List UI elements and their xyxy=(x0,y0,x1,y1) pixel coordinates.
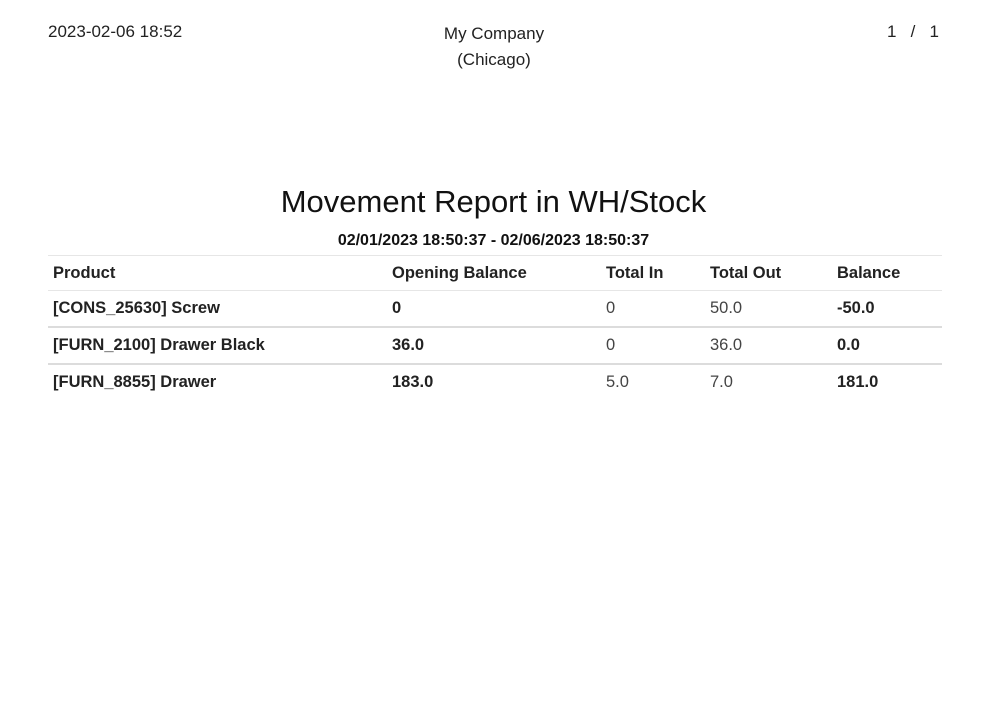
cell-opening-balance: 0 xyxy=(387,290,601,328)
page-counter: 1 / 1 xyxy=(887,21,939,43)
cell-opening-balance: 36.0 xyxy=(387,327,601,365)
table-row: [FURN_8855] Drawer 183.0 5.0 7.0 181.0 xyxy=(48,364,942,400)
cell-total-in: 5.0 xyxy=(606,373,629,391)
table-header-row: Product Opening Balance Total In Total O… xyxy=(48,255,942,291)
column-header-total-out: Total Out xyxy=(705,255,832,291)
page-separator: / xyxy=(910,22,916,41)
cell-total-out: 7.0 xyxy=(710,373,733,391)
column-header-total-in: Total In xyxy=(601,255,705,291)
company-name: My Company xyxy=(443,24,545,43)
print-date: 2023-02-06 18:52 xyxy=(48,22,183,41)
cell-balance: 181.0 xyxy=(837,373,879,391)
company-location: (Chicago) xyxy=(457,50,531,69)
column-header-product: Product xyxy=(48,255,387,291)
table-row: [FURN_2100] Drawer Black 36.0 0 36.0 0.0 xyxy=(48,327,942,365)
cell-opening-balance: 183.0 xyxy=(392,373,434,391)
cell-total-out: 36.0 xyxy=(705,327,832,365)
column-header-balance: Balance xyxy=(832,255,942,291)
page-current: 1 xyxy=(886,22,897,41)
cell-balance: -50.0 xyxy=(832,290,942,328)
cell-product: [FURN_8855] Drawer xyxy=(53,373,217,391)
page-total: 1 xyxy=(929,22,939,41)
company-header: My Company (Chicago) xyxy=(394,21,594,73)
cell-product: [FURN_2100] Drawer Black xyxy=(48,327,387,365)
movement-table: Product Opening Balance Total In Total O… xyxy=(48,255,942,400)
table-row: [CONS_25630] Screw 0 0 50.0 -50.0 xyxy=(48,290,942,328)
cell-total-out: 50.0 xyxy=(705,290,832,328)
column-header-opening-balance: Opening Balance xyxy=(387,255,601,291)
cell-total-in: 0 xyxy=(601,327,705,365)
cell-balance: 0.0 xyxy=(832,327,942,365)
report-title: Movement Report in WH/Stock xyxy=(280,184,707,219)
report-date-range: 02/01/2023 18:50:37 - 02/06/2023 18:50:3… xyxy=(337,232,650,249)
cell-product: [CONS_25630] Screw xyxy=(48,290,387,328)
cell-total-in: 0 xyxy=(601,290,705,328)
